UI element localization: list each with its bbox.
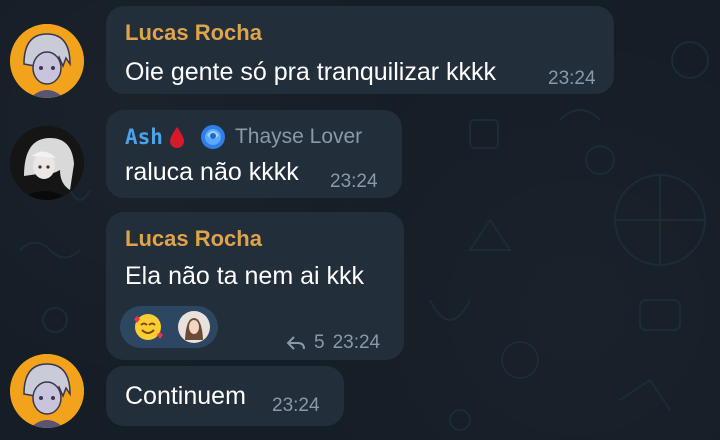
reply-count: 5 [314,332,325,353]
message-time: 23:24 [332,332,381,353]
reply-info[interactable]: 5 23:24 [286,332,380,354]
message-time: 23:24 [330,171,378,192]
reply-arrow-icon [286,336,305,350]
blood-drop-icon [169,127,184,148]
sender-name[interactable]: Ash [125,125,163,149]
sender-name[interactable]: Lucas Rocha [125,226,262,252]
blue-rose-icon [200,125,225,149]
message-text: Oie gente só pra tranquilizar kkkk [125,58,497,86]
avatar[interactable] [10,24,84,98]
sender-name[interactable]: Lucas Rocha [125,20,262,46]
dark-girl-avatar-icon [10,126,84,200]
message-bubble[interactable]: Continuem 23:24 [106,366,344,426]
message-time: 23:24 [548,68,596,89]
message-bubble[interactable]: Lucas Rocha Oie gente só pra tranquiliza… [106,6,614,94]
reaction-pill[interactable] [120,306,218,348]
sender-title: Thayse Lover [234,125,363,148]
message-bubble[interactable]: Ash Thayse Lover raluca não kkkk 23:24 [106,110,402,198]
message-text: Ela não ta nem ai kkk [125,262,365,290]
message-text: Continuem [125,382,246,410]
smiling-face-with-hearts-emoji-icon [134,314,163,340]
message-time: 23:24 [272,395,320,416]
message-text: raluca não kkkk [125,158,299,186]
message-bubble[interactable]: Lucas Rocha Ela não ta nem ai kkk 5 23:2… [106,212,404,360]
anime-boy-avatar-icon [10,354,84,428]
avatar[interactable] [10,354,84,428]
reactor-avatar-icon[interactable] [177,310,211,344]
avatar[interactable] [10,126,84,200]
anime-boy-avatar-icon [10,24,84,98]
